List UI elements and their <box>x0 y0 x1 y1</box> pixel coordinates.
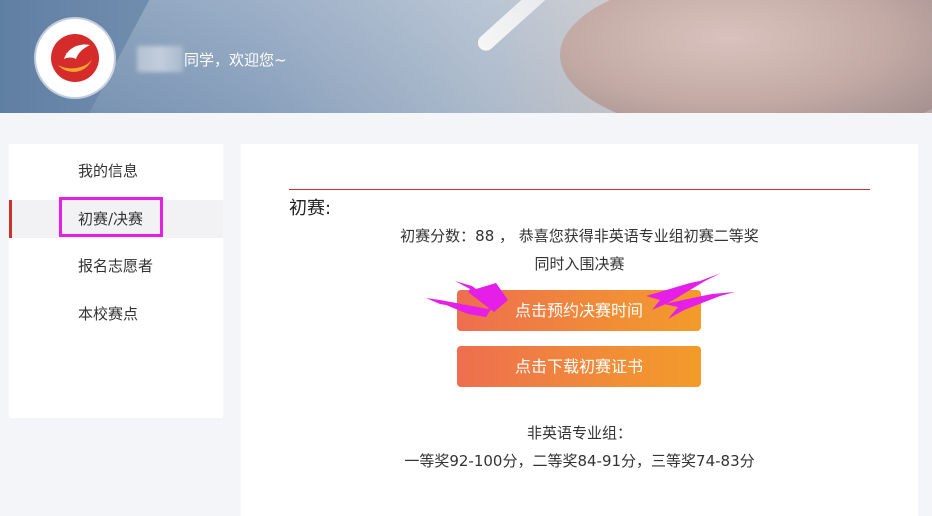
sidebar-item-my-info[interactable]: 我的信息 <box>9 152 223 190</box>
main-panel: 初赛: 初赛分数：88 ， 恭喜您获得非英语专业组初赛二等奖 同时入围决赛 点击… <box>241 144 918 516</box>
school-logo[interactable] <box>36 19 114 97</box>
sidebar-nav: 我的信息 初赛/决赛 报名志愿者 本校赛点 <box>9 144 223 418</box>
sidebar-item-label: 我的信息 <box>78 162 139 180</box>
annotation-highlight-box <box>59 197 163 237</box>
download-certificate-button[interactable]: 点击下载初赛证书 <box>457 346 701 387</box>
award-ranges-text: 一等奖92-100分，二等奖84-91分，三等奖74-83分 <box>404 452 755 470</box>
section-title: 初赛: <box>289 198 332 219</box>
username-blurred <box>137 46 183 72</box>
sidebar-item-label: 本校赛点 <box>78 305 139 323</box>
sidebar-item-school-venue[interactable]: 本校赛点 <box>9 295 223 333</box>
score-text: 初赛分数：88 ， 恭喜您获得非英语专业组初赛二等奖 <box>400 227 759 245</box>
welcome-text: 同学，欢迎您~ <box>184 51 287 69</box>
final-qualify-text: 同时入围决赛 <box>534 255 625 273</box>
section-divider <box>289 189 870 190</box>
bird-logo-icon <box>51 34 99 82</box>
sidebar-item-volunteer-signup[interactable]: 报名志愿者 <box>9 247 223 285</box>
sidebar-item-label: 报名志愿者 <box>78 257 154 275</box>
banner-hand-image <box>560 0 932 113</box>
group-title: 非英语专业组： <box>526 424 632 442</box>
book-final-time-button[interactable]: 点击预约决赛时间 <box>457 290 701 331</box>
